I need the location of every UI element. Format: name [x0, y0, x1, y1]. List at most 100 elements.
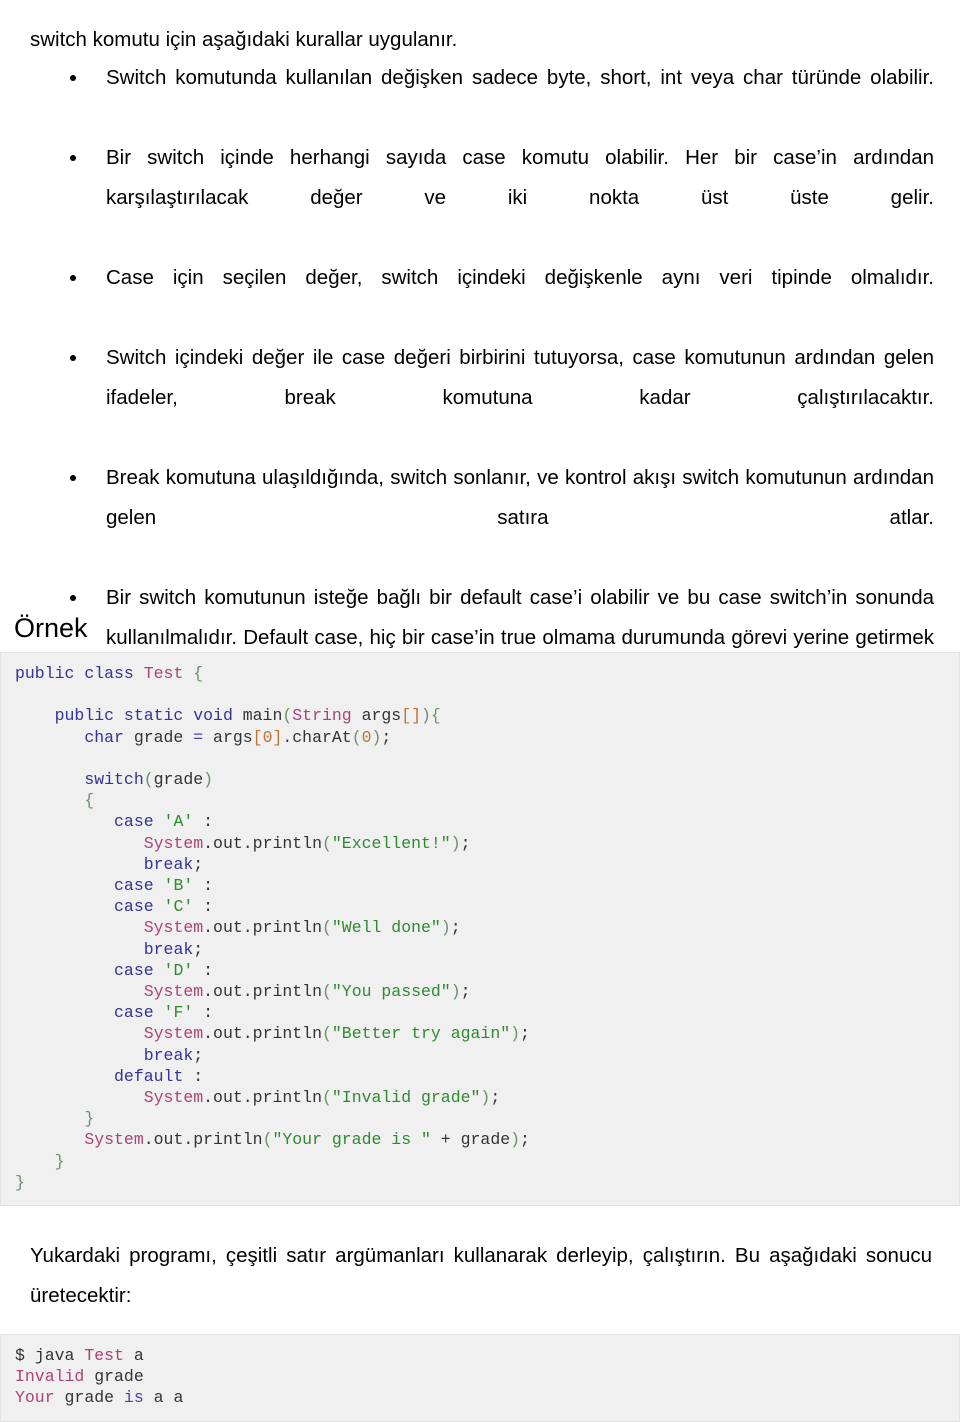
rules-list: Switch komutunda kullanılan değişken sad… — [68, 58, 934, 738]
rule-item: Switch komutunda kullanılan değişken sad… — [68, 58, 934, 138]
code-token: ) — [450, 833, 461, 853]
code-token: .charAt — [282, 727, 352, 747]
code-token: .out.println — [203, 833, 322, 853]
code-token: : — [193, 812, 214, 832]
rule-text: Case için seçilen değer, switch içindeki… — [106, 266, 934, 289]
code-token: a — [123, 1346, 144, 1365]
code-token: System — [143, 1024, 204, 1044]
code-token: class — [84, 664, 144, 683]
code-token: ) — [421, 706, 431, 726]
code-token: Test — [84, 1346, 124, 1365]
code-token: ( — [321, 1024, 332, 1044]
code-token: ; — [381, 727, 392, 747]
code-token: Test — [143, 664, 184, 683]
code-token: grade — [84, 1367, 144, 1387]
code-token: 'C' — [163, 897, 194, 917]
code-token: .out.println — [203, 1088, 322, 1108]
code-token: : — [193, 876, 214, 896]
code-token: default — [114, 1066, 184, 1086]
code-token: ; — [520, 1024, 530, 1044]
code-token: System — [143, 833, 204, 853]
code-token: ; — [460, 982, 471, 1002]
code-token: case — [114, 812, 164, 832]
code-token: : — [183, 1066, 204, 1086]
code-token: ( — [262, 1130, 273, 1150]
code-token: ( — [321, 982, 332, 1002]
rule-item: Break komutuna ulaşıldığında, switch son… — [68, 458, 934, 578]
code-token: ; — [450, 918, 461, 938]
code-token: : — [193, 897, 214, 917]
code-token: = — [193, 727, 204, 747]
code-token: System — [143, 1088, 204, 1108]
code-token: ) — [510, 1024, 521, 1044]
code-token: String — [292, 706, 352, 726]
code-token: 0 — [262, 727, 273, 747]
code-token: + grade — [430, 1130, 511, 1150]
code-token: } — [15, 1172, 25, 1192]
bullet-icon — [70, 138, 78, 178]
terminal-output-block: $ java Test a Invalid grade Your grade i… — [0, 1334, 960, 1422]
code-token: ; — [460, 833, 471, 853]
code-token: ( — [351, 727, 362, 747]
code-token: .out.println — [203, 918, 322, 938]
code-token: $ java — [15, 1346, 85, 1365]
terminal-output-content: $ java Test a Invalid grade Your grade i… — [15, 1345, 959, 1409]
code-token: args — [351, 706, 402, 726]
code-token: [] — [401, 706, 422, 726]
intro-line: switch komutu için aşağıdaki kurallar uy… — [30, 27, 458, 51]
code-token: : — [193, 960, 214, 980]
rule-item: Case için seçilen değer, switch içindeki… — [68, 258, 934, 338]
code-token: void — [193, 706, 243, 726]
bullet-icon — [70, 338, 78, 378]
code-token: case — [114, 876, 164, 896]
code-token: grade — [153, 770, 204, 790]
java-code-block: public class Test { public static void m… — [0, 652, 960, 1207]
code-token: ) — [371, 727, 382, 747]
code-token: break — [143, 854, 194, 874]
code-token: static — [123, 706, 194, 726]
code-token: grade — [54, 1388, 124, 1408]
closing-paragraph-text: Yukardaki programı, çeşitli satır argüma… — [30, 1244, 932, 1307]
code-token: "Better try again" — [331, 1024, 511, 1044]
code-token: System — [143, 982, 204, 1002]
code-token: ; — [490, 1088, 501, 1108]
code-token: ] — [272, 727, 283, 747]
code-token: ) — [203, 770, 214, 790]
rule-text: Bir switch içinde herhangi sayıda case k… — [106, 146, 934, 209]
rule-item: Bir switch içinde herhangi sayıda case k… — [68, 138, 934, 258]
code-token: } — [84, 1109, 95, 1129]
code-token: ; — [193, 1045, 204, 1065]
code-token: public — [15, 664, 85, 683]
rule-item: Switch içindeki değer ile case değeri bi… — [68, 338, 934, 458]
code-token: 'A' — [163, 812, 194, 832]
code-token: : — [193, 1003, 214, 1023]
code-token: public — [54, 706, 124, 726]
code-token: ( — [321, 918, 332, 938]
code-token: .out.println — [143, 1130, 263, 1150]
code-token: case — [114, 897, 164, 917]
code-token: ; — [520, 1130, 530, 1150]
code-token: ; — [193, 854, 204, 874]
code-token: 0 — [361, 727, 372, 747]
code-token: break — [143, 939, 194, 959]
code-token: { — [193, 664, 204, 683]
